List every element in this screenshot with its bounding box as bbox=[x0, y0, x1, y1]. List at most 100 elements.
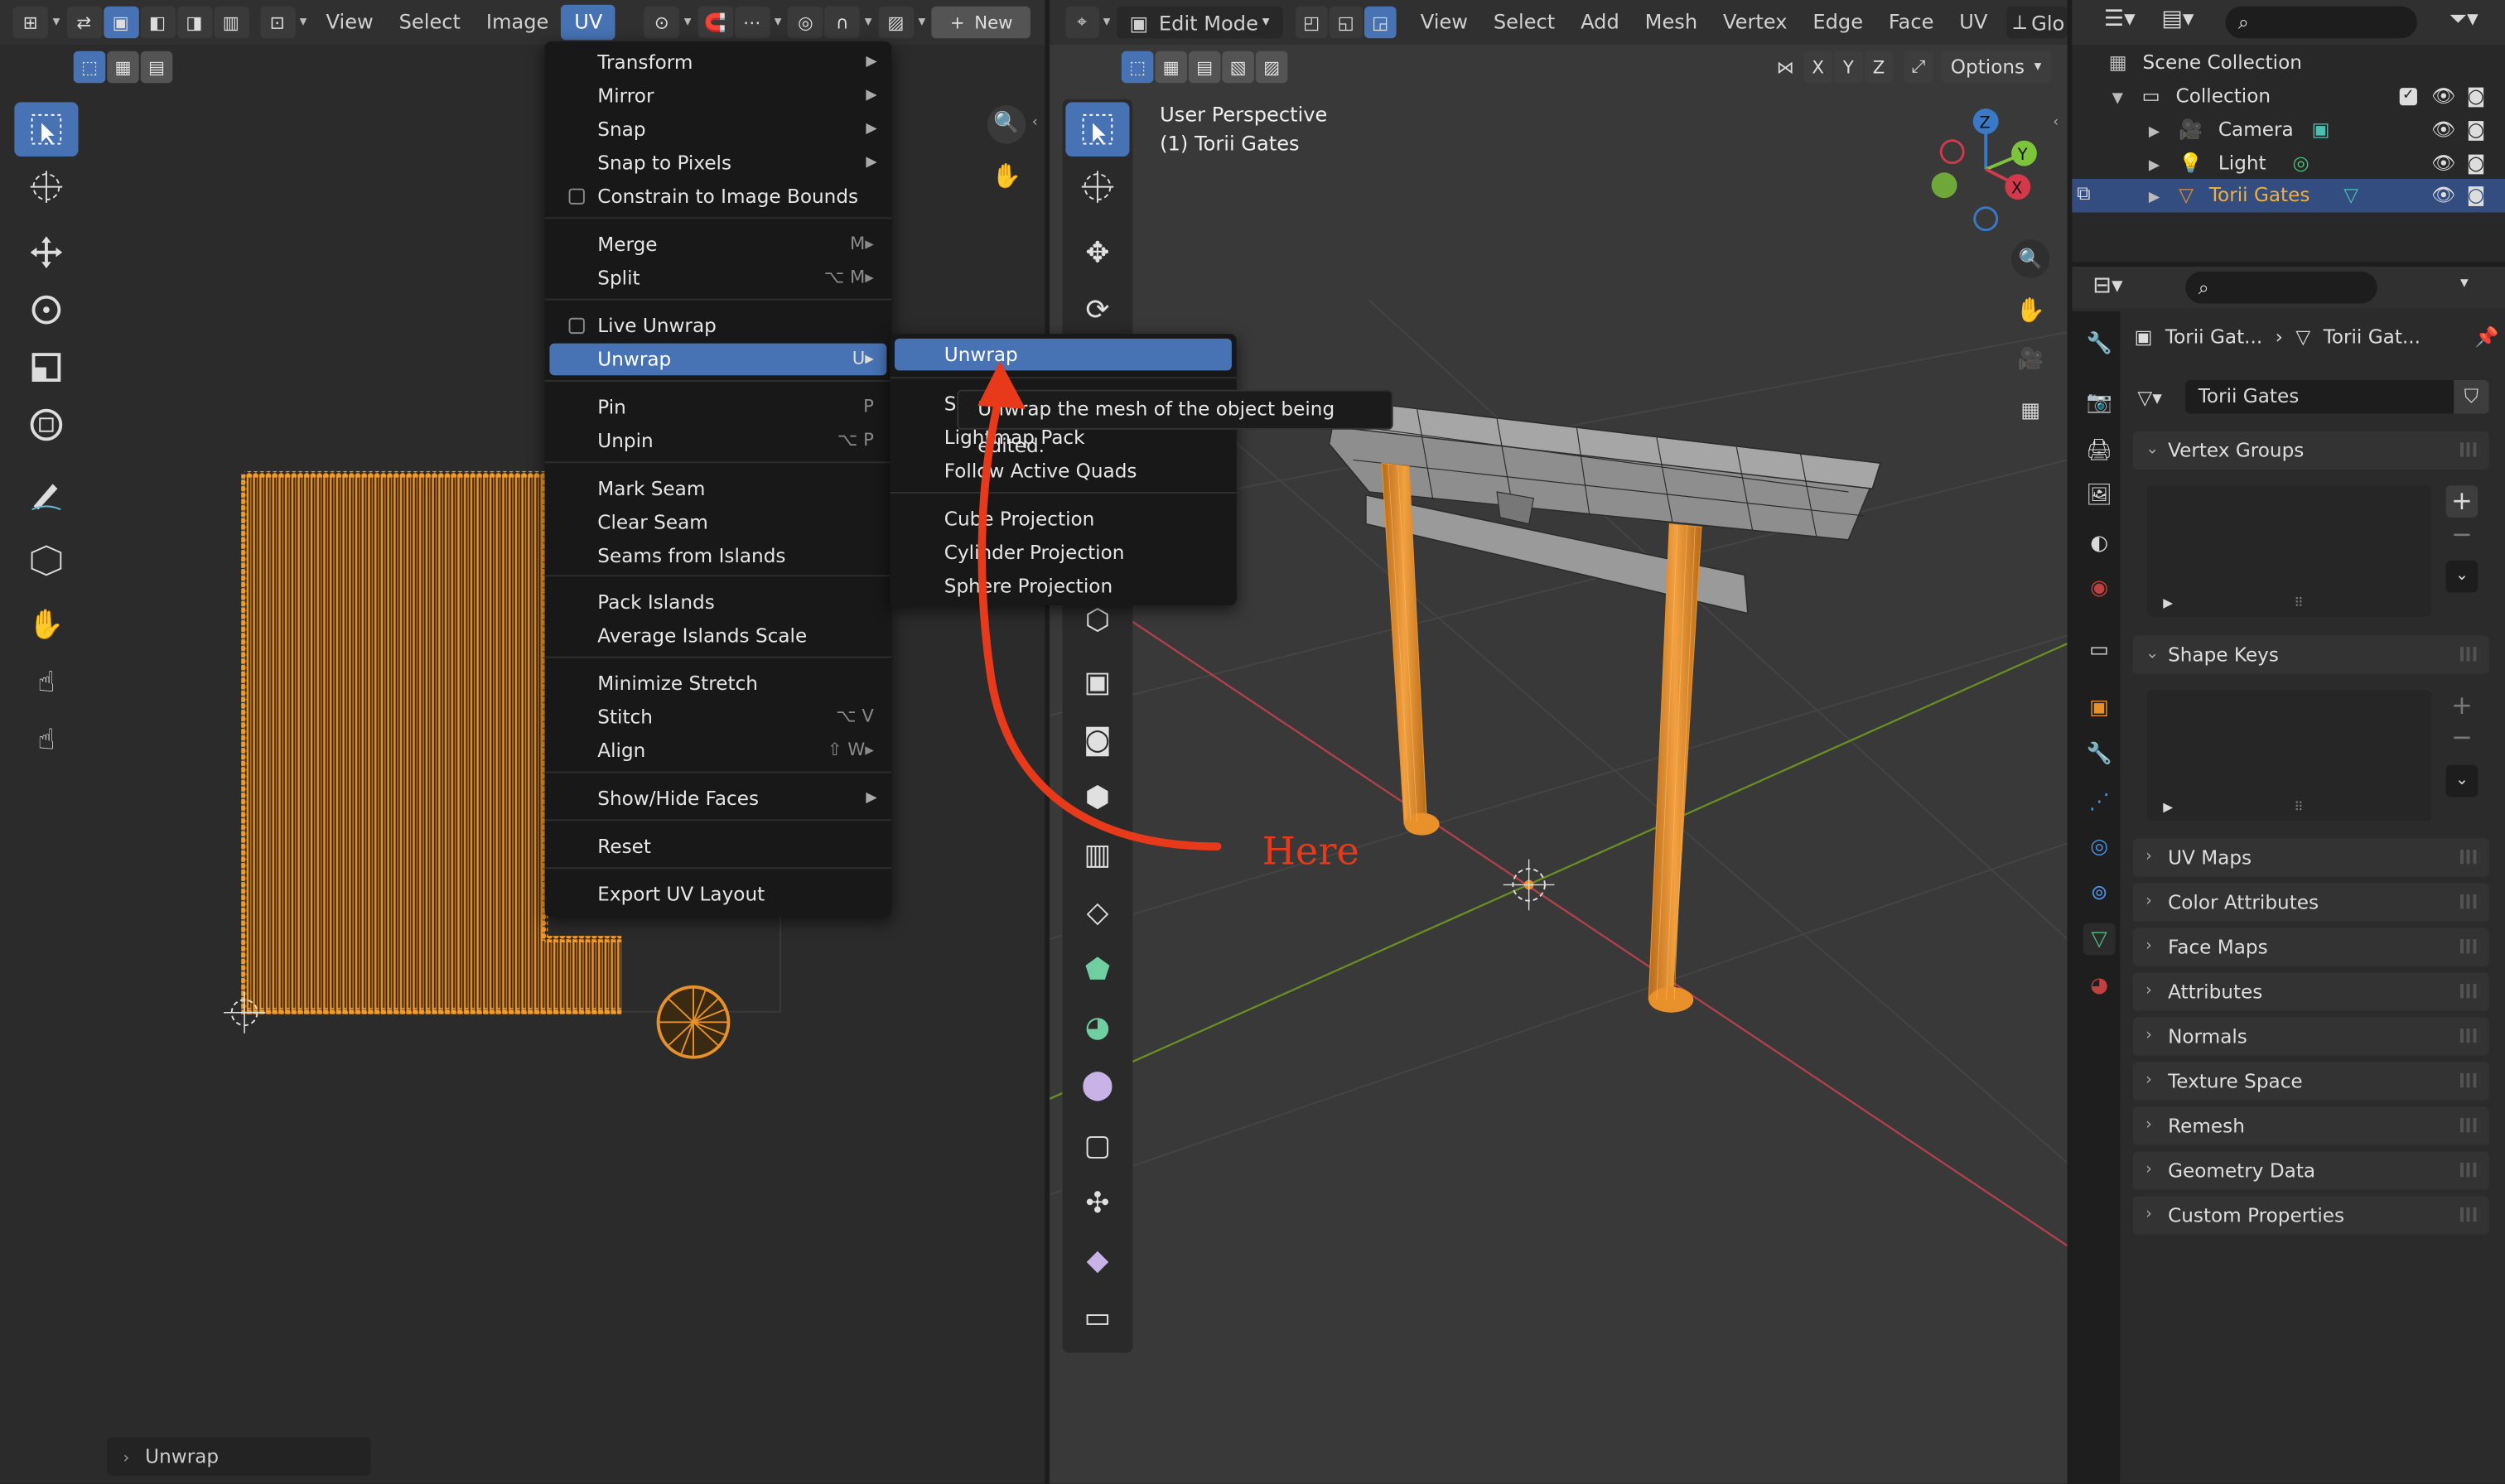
uv-menu-item-average-islands-scale[interactable]: Average Islands Scale bbox=[549, 619, 886, 652]
drag-handle-icon[interactable] bbox=[2459, 442, 2480, 457]
checkbox-icon[interactable]: ✓ bbox=[2399, 88, 2417, 106]
display-mode-icon[interactable]: ▤▾ bbox=[2161, 7, 2194, 32]
mode-selector[interactable]: ▣ Edit Mode ▾ bbox=[1117, 6, 1282, 39]
menu-vertex[interactable]: Vertex bbox=[1711, 5, 1800, 40]
drag-handle-icon[interactable] bbox=[2459, 1117, 2480, 1133]
resize-handle-icon[interactable]: ⠿ bbox=[2294, 800, 2303, 814]
outliner-search[interactable]: ⌕ bbox=[2225, 6, 2417, 39]
mesh-browse-icon[interactable]: ▽▾ bbox=[2137, 386, 2185, 408]
invert-selection-icon[interactable]: ▧ bbox=[1222, 51, 1254, 84]
drag-handle-icon[interactable] bbox=[2459, 1028, 2480, 1043]
uv-menu-item-transform[interactable]: Transform ▶ bbox=[549, 46, 886, 79]
menu-select[interactable]: Select bbox=[1480, 5, 1567, 40]
spin-tool[interactable]: ◕ bbox=[1065, 1000, 1129, 1054]
editor-type-icon[interactable]: ⊟▾ bbox=[2092, 273, 2122, 299]
uv-menu-item-snap-to-pixels[interactable]: Snap to Pixels ▶ bbox=[549, 147, 886, 179]
knife-tool[interactable]: ◇ bbox=[1065, 884, 1129, 939]
editor-type-icon[interactable]: ☰▾ bbox=[2104, 7, 2136, 32]
panel-face-maps[interactable]: › Face Maps bbox=[2132, 928, 2489, 966]
mesh-datablock-field[interactable]: ▽▾ Torii Gates ⛉ bbox=[2137, 379, 2489, 414]
shear-tool[interactable]: ◆ bbox=[1065, 1233, 1129, 1288]
uv-menu-item-snap[interactable]: Snap ▶ bbox=[549, 113, 886, 146]
menu-mesh[interactable]: Mesh bbox=[1632, 5, 1710, 40]
rotate-tool[interactable] bbox=[14, 282, 78, 337]
object-tab-icon[interactable]: ▣ bbox=[2083, 691, 2116, 724]
zoom-icon[interactable]: 🔍 bbox=[2011, 239, 2050, 278]
camera-render-icon[interactable]: ◙ bbox=[2467, 113, 2485, 147]
world-tab-icon[interactable]: ◉ bbox=[2083, 571, 2116, 604]
material-tab-icon[interactable]: ◕ bbox=[2083, 970, 2116, 1002]
uv-menu-item-stitch[interactable]: Stitch ⌥ V bbox=[549, 701, 886, 734]
pin-icon[interactable]: 📌 bbox=[2474, 325, 2498, 348]
uv-menu-item-merge[interactable]: Merge M▸ bbox=[549, 229, 886, 261]
particles-tab-icon[interactable]: ⋰ bbox=[2083, 786, 2116, 818]
expand-icon[interactable]: ▶ bbox=[2163, 595, 2173, 610]
pan-hand-icon[interactable]: ✋ bbox=[2011, 291, 2049, 329]
drag-handle-icon[interactable] bbox=[2459, 647, 2480, 662]
editor-type-icon[interactable]: ⌖ bbox=[1065, 6, 1098, 39]
intersect-selection-icon[interactable]: ▨ bbox=[1255, 51, 1288, 84]
mesh-data-tab-icon[interactable]: ▽ bbox=[2083, 923, 2116, 956]
uv-sync-icon[interactable]: ⇄ bbox=[66, 6, 102, 39]
eye-icon[interactable]: 👁 bbox=[2431, 147, 2455, 180]
filter-icon[interactable]: ⏷▾ bbox=[2449, 7, 2478, 32]
shrink-fatten-tool[interactable]: ✣ bbox=[1065, 1175, 1129, 1230]
vertex-group-specials-button[interactable]: ⌄ bbox=[2445, 560, 2478, 593]
shape-key-specials-button[interactable]: ⌄ bbox=[2445, 764, 2478, 797]
poly-build-tool[interactable]: ⬟ bbox=[1065, 942, 1129, 997]
render-tab-icon[interactable]: 📷 bbox=[2083, 387, 2116, 419]
panel-geometry-data[interactable]: › Geometry Data bbox=[2132, 1151, 2489, 1190]
snap-grid-icon[interactable]: ⋯ bbox=[734, 6, 770, 39]
panel-texture-space[interactable]: › Texture Space bbox=[2132, 1062, 2489, 1101]
camera-view-icon[interactable]: 🎥 bbox=[2011, 342, 2049, 380]
island-select-icon[interactable]: ▥ bbox=[213, 6, 249, 39]
sidebar-toggle-icon[interactable]: ‹ bbox=[2053, 115, 2059, 131]
drag-handle-icon[interactable] bbox=[2459, 1072, 2480, 1088]
navigation-gizmo[interactable]: Z Y X bbox=[1925, 105, 2037, 233]
constraints-tab-icon[interactable]: ⊚ bbox=[2083, 877, 2116, 909]
pivot-icon[interactable]: ⊙ bbox=[644, 6, 679, 39]
vertex-groups-list[interactable]: ▶ ⠿ bbox=[2146, 485, 2432, 617]
panel-custom-properties[interactable]: › Custom Properties bbox=[2132, 1196, 2489, 1235]
chevron-down-icon[interactable]: ▾ bbox=[2460, 275, 2469, 292]
edge-slide-tool[interactable]: ▢ bbox=[1065, 1118, 1129, 1173]
mirror-z-toggle[interactable]: Z bbox=[1864, 51, 1894, 84]
editor-type-icon[interactable]: ⊞ bbox=[12, 6, 48, 39]
uv-menu-item-align[interactable]: Align ⇧ W▸ bbox=[549, 735, 886, 767]
smooth-tool[interactable]: ⬤ bbox=[1065, 1058, 1129, 1112]
select-box-tool[interactable] bbox=[14, 102, 79, 157]
panel-uv-maps[interactable]: › UV Maps bbox=[2132, 838, 2489, 877]
edge-mode-icon[interactable]: ◱ bbox=[1329, 6, 1363, 39]
uv-menu-item-live-unwrap[interactable]: Live Unwrap bbox=[549, 310, 886, 342]
sidebar-toggle-icon[interactable]: ‹ bbox=[1032, 115, 1038, 131]
vertex-mode-icon[interactable]: ◰ bbox=[1295, 6, 1328, 39]
face-mode-icon[interactable]: ◲ bbox=[1364, 6, 1397, 39]
sticky-select-icon[interactable]: ⊡ bbox=[259, 6, 295, 39]
add-vertex-group-button[interactable]: + bbox=[2445, 485, 2478, 518]
snap-icon[interactable]: 🧲 bbox=[697, 6, 733, 39]
drag-handle-icon[interactable] bbox=[2459, 1162, 2480, 1178]
grab-tool[interactable]: ✋ bbox=[14, 597, 78, 652]
cursor-tool[interactable] bbox=[1065, 160, 1129, 214]
scale-tool[interactable] bbox=[14, 340, 78, 395]
rotate-tool[interactable]: ⟳ bbox=[1065, 282, 1129, 337]
new-selection-icon[interactable]: ⬚ bbox=[1121, 51, 1154, 84]
uv-menu-item-unpin[interactable]: Unpin ⌥ P bbox=[549, 425, 886, 457]
eye-icon[interactable]: 👁 bbox=[2431, 113, 2455, 147]
panel-vertex-groups[interactable]: ⌄ Vertex Groups bbox=[2132, 431, 2489, 470]
annotate-tool[interactable] bbox=[14, 466, 78, 521]
uv-menu-item-show-hide-faces[interactable]: Show/Hide Faces ▶ bbox=[549, 783, 886, 815]
drag-handle-icon[interactable] bbox=[2459, 1207, 2480, 1222]
new-image-button[interactable]: + New bbox=[931, 6, 1031, 39]
menu-uv[interactable]: UV bbox=[561, 4, 615, 41]
panel-color-attributes[interactable]: › Color Attributes bbox=[2132, 883, 2489, 922]
remove-shape-key-button[interactable]: − bbox=[2446, 722, 2478, 754]
relax-tool[interactable]: ☝ bbox=[14, 655, 78, 710]
zoom-icon[interactable]: 🔍 bbox=[987, 105, 1026, 144]
subtract-selection-icon[interactable]: ▤ bbox=[1188, 51, 1221, 84]
eye-icon[interactable]: 👁 bbox=[2431, 80, 2455, 113]
uv-menu-item-unwrap[interactable]: Unwrap U▸ bbox=[549, 343, 887, 376]
camera-render-icon[interactable]: ◙ bbox=[2467, 147, 2485, 180]
collection-tab-icon[interactable]: ▭ bbox=[2083, 634, 2116, 667]
proportional-edit-icon[interactable]: ◎ bbox=[788, 6, 823, 39]
